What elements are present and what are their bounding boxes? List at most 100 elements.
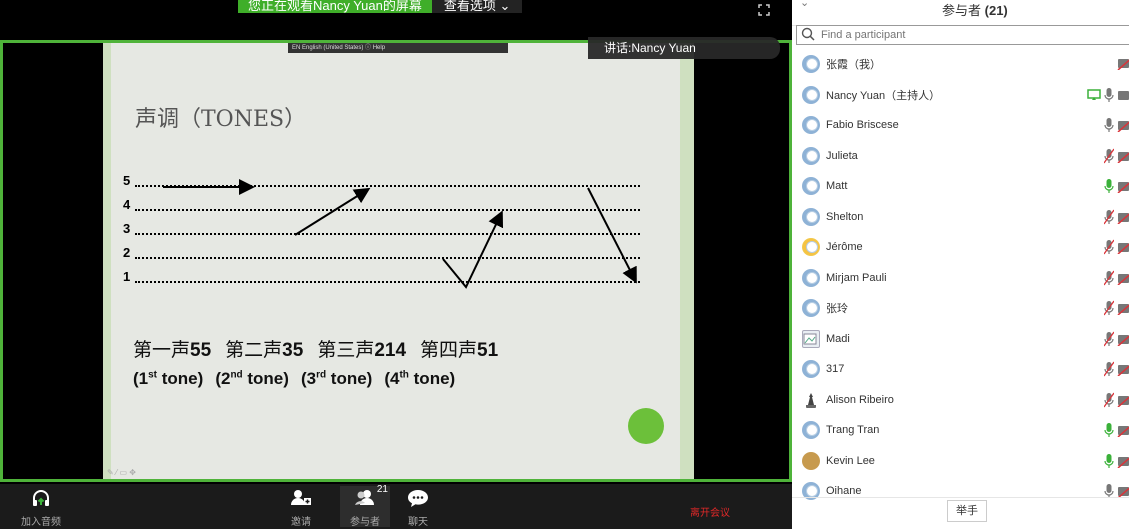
list-item[interactable]: Nancy Yuan（主持人） bbox=[792, 80, 1129, 111]
list-item[interactable]: Mirjam Pauli bbox=[792, 263, 1129, 294]
participants-label: 参与者 bbox=[350, 517, 380, 528]
participant-name: Trang Tran bbox=[826, 424, 880, 437]
camera-off-icon bbox=[1117, 362, 1129, 381]
participant-name: 张霞（我） bbox=[826, 59, 881, 72]
participant-name: 317 bbox=[826, 363, 845, 376]
participant-status-icons bbox=[1103, 148, 1129, 169]
list-item[interactable]: Trang Tran bbox=[792, 415, 1129, 446]
participant-status-icons bbox=[1104, 117, 1129, 138]
mic-muted-icon bbox=[1103, 300, 1115, 321]
presentation-slide: EN English (United States) ⓘ Help 声调（TON… bbox=[103, 43, 694, 479]
add-user-icon bbox=[282, 488, 320, 510]
camera-off-icon bbox=[1117, 56, 1129, 75]
camera-off-icon bbox=[1117, 301, 1129, 320]
participant-name: Jérôme bbox=[826, 241, 863, 254]
microphone-icon bbox=[1104, 87, 1114, 108]
tone-name: 第三声214 bbox=[317, 339, 407, 361]
participants-count-badge: 21 bbox=[376, 484, 388, 495]
list-item[interactable]: Matt bbox=[792, 171, 1129, 202]
camera-off-icon bbox=[1117, 332, 1129, 351]
camera-off-icon bbox=[1117, 393, 1129, 412]
avatar bbox=[802, 451, 820, 470]
camera-off-icon bbox=[1117, 423, 1129, 442]
mic-muted-icon bbox=[1103, 392, 1115, 413]
camera-off-icon bbox=[1117, 240, 1129, 259]
participant-status-icons bbox=[1104, 422, 1129, 443]
avatar bbox=[802, 299, 820, 318]
tone-name: 第四声51 bbox=[420, 339, 499, 361]
participants-button[interactable]: 21 参与者 bbox=[340, 484, 390, 528]
pointer-dot bbox=[628, 408, 664, 444]
chevron-down-icon[interactable]: ⌄ bbox=[800, 0, 809, 9]
participant-status-icons bbox=[1103, 331, 1129, 352]
camera-off-icon bbox=[1117, 271, 1129, 290]
list-item[interactable]: Fabio Briscese bbox=[792, 110, 1129, 141]
participant-search[interactable] bbox=[796, 25, 1129, 45]
participant-name: Kevin Lee bbox=[826, 454, 875, 467]
camera-off-icon bbox=[1117, 484, 1129, 503]
meeting-toolbar: 加入音频 邀请 21 参与者 聊天 离开会议 bbox=[0, 484, 792, 529]
microphone-icon bbox=[1104, 178, 1114, 199]
participant-status-icons bbox=[1103, 270, 1129, 291]
mic-muted-icon bbox=[1103, 209, 1115, 230]
mic-muted-icon bbox=[1103, 239, 1115, 260]
fullscreen-icon[interactable] bbox=[757, 3, 773, 19]
participant-name: Shelton bbox=[826, 210, 864, 223]
headphones-icon bbox=[18, 488, 64, 510]
avatar bbox=[802, 207, 820, 226]
invite-label: 邀请 bbox=[291, 517, 311, 528]
camera-off-icon bbox=[1117, 179, 1129, 198]
search-input[interactable] bbox=[821, 27, 1121, 43]
top-bar: 您正在观看Nancy Yuan的屏幕 查看选项 ⌄ bbox=[0, 0, 792, 40]
microphone-icon bbox=[1104, 117, 1114, 138]
avatar bbox=[802, 55, 820, 74]
slide-left-border bbox=[103, 43, 111, 479]
microphone-icon bbox=[1104, 422, 1114, 443]
tone-label: (3rd tone) bbox=[300, 369, 373, 388]
camera-off-icon bbox=[1117, 149, 1129, 168]
avatar bbox=[802, 85, 820, 104]
raise-hand-button[interactable]: 举手 bbox=[947, 500, 987, 522]
participant-status-icons bbox=[1103, 239, 1129, 260]
microphone-icon bbox=[1104, 483, 1114, 504]
list-item[interactable]: Alison Ribeiro bbox=[792, 385, 1129, 416]
fourth-tone-arrow bbox=[587, 187, 637, 284]
chat-button[interactable]: 聊天 bbox=[398, 488, 438, 528]
tone-name: 第一声55 bbox=[133, 339, 212, 361]
avatar bbox=[802, 390, 820, 409]
participant-status-icons bbox=[1103, 392, 1129, 413]
tone-label: (4th tone) bbox=[384, 369, 456, 388]
viewing-screen-label: 您正在观看Nancy Yuan的屏幕 bbox=[238, 0, 432, 13]
invite-button[interactable]: 邀请 bbox=[282, 488, 320, 528]
microphone-icon bbox=[1104, 453, 1114, 474]
avatar bbox=[802, 146, 820, 165]
participant-status-icons bbox=[1103, 361, 1129, 382]
leave-meeting-button[interactable]: 离开会议 bbox=[690, 504, 730, 519]
participant-name: Fabio Briscese bbox=[826, 119, 899, 132]
list-item[interactable]: Madi bbox=[792, 324, 1129, 355]
join-audio-button[interactable]: 加入音频 bbox=[18, 488, 64, 528]
view-options-button[interactable]: 查看选项 ⌄ bbox=[431, 0, 523, 13]
active-speaker-label: 讲话:Nancy Yuan bbox=[588, 37, 780, 59]
mic-muted-icon bbox=[1103, 148, 1115, 169]
list-item[interactable]: Shelton bbox=[792, 202, 1129, 233]
list-item[interactable]: 张霞（我） bbox=[792, 49, 1129, 80]
avatar bbox=[802, 268, 820, 287]
join-audio-label: 加入音频 bbox=[21, 517, 61, 528]
list-item[interactable]: Jérôme bbox=[792, 232, 1129, 263]
participant-name: 张玲 bbox=[826, 303, 848, 316]
list-item[interactable]: 317 bbox=[792, 354, 1129, 385]
annotation-tools-icon[interactable]: ✎ ⁄ ▭ ✥ bbox=[107, 468, 136, 477]
avatar bbox=[802, 177, 820, 196]
avatar bbox=[802, 360, 820, 379]
share-banner: 您正在观看Nancy Yuan的屏幕 查看选项 ⌄ bbox=[238, 0, 523, 13]
list-item[interactable]: 张玲 bbox=[792, 293, 1129, 324]
participants-panel: ⌄ 参与者 (21) 张霞（我） Nancy Yuan（主持人） Fabio Bri… bbox=[792, 0, 1129, 529]
shared-screen: EN English (United States) ⓘ Help 声调（TON… bbox=[0, 37, 792, 482]
list-item[interactable]: Kevin Lee bbox=[792, 446, 1129, 477]
list-item[interactable]: Julieta bbox=[792, 141, 1129, 172]
tone-names-english: (1st tone) (2nd tone) (3rd tone) (4th to… bbox=[133, 369, 467, 389]
participant-status-icons bbox=[1087, 87, 1129, 108]
participant-list: 张霞（我） Nancy Yuan（主持人） Fabio Briscese Juliet… bbox=[792, 49, 1129, 507]
avatar bbox=[802, 116, 820, 135]
